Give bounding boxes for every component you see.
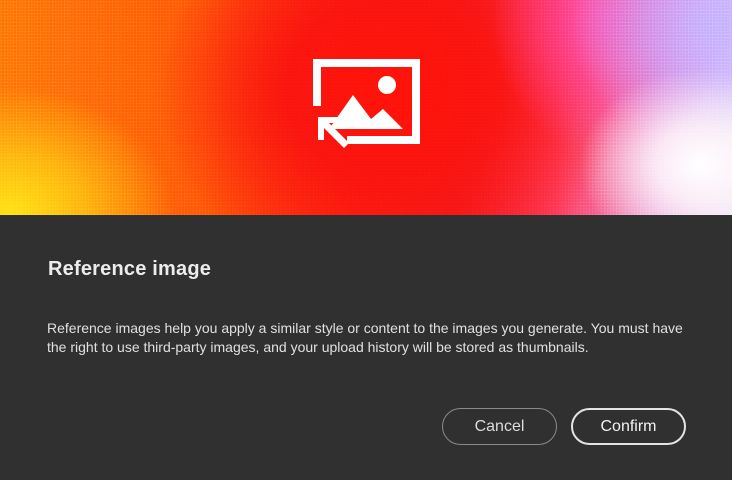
cancel-button[interactable]: Cancel <box>442 408 557 445</box>
confirm-button[interactable]: Confirm <box>571 408 686 445</box>
dialog-title: Reference image <box>48 258 212 280</box>
reference-image-dialog: Reference image Reference images help yo… <box>0 0 732 480</box>
reference-image-upload-icon <box>313 59 420 148</box>
hero-banner <box>0 0 732 215</box>
dialog-description: Reference images help you apply a simila… <box>47 320 683 355</box>
